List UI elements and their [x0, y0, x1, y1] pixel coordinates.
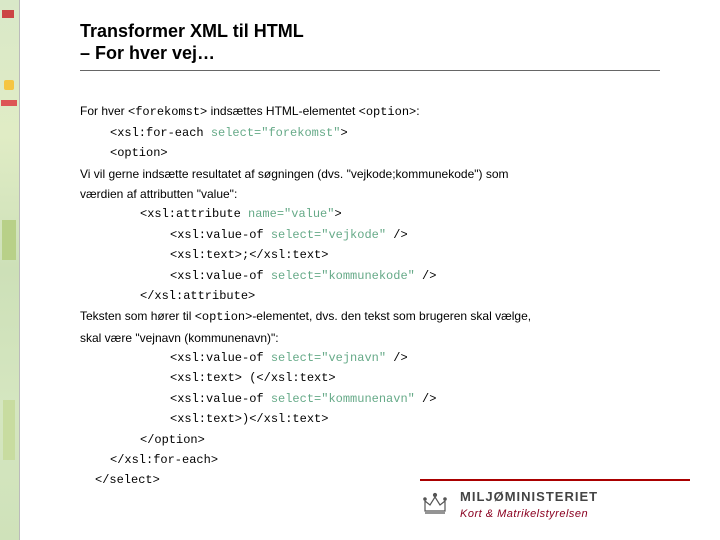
- code-text: />: [386, 351, 408, 365]
- code-line: </option>: [140, 430, 660, 450]
- code-text: >: [334, 207, 341, 221]
- footer-suborg: Kort & Matrikelstyrelsen: [460, 508, 598, 520]
- code-line: <xsl:value-of select="kommunenavn" />: [170, 389, 660, 409]
- footer: MILJØMINISTERIET Kort & Matrikelstyrelse…: [420, 479, 690, 520]
- footer-logo-block: MILJØMINISTERIET Kort & Matrikelstyrelse…: [420, 489, 690, 520]
- code-text: />: [415, 269, 437, 283]
- code-line: </xsl:attribute>: [140, 286, 660, 306]
- footer-org: MILJØMINISTERIET: [460, 489, 598, 506]
- paragraph: skal være "vejnavn (kommunenavn)":: [80, 328, 660, 348]
- code-line: </xsl:for-each>: [110, 450, 660, 470]
- code-line: <xsl:text>)</xsl:text>: [170, 409, 660, 429]
- slide-subtitle: – For hver vej…: [80, 43, 660, 64]
- code-attr: select="vejkode": [271, 228, 386, 242]
- code-line: <xsl:value-of select="vejkode" />: [170, 225, 660, 245]
- map-decoration: [2, 220, 16, 260]
- code-attr: select="vejnavn": [271, 351, 386, 365]
- code-text: <xsl:value-of: [170, 228, 271, 242]
- paragraph: For hver <forekomst> indsættes HTML-elem…: [80, 101, 660, 122]
- code-text: />: [386, 228, 408, 242]
- code-text: />: [415, 392, 437, 406]
- code-text: <xsl:for-each: [110, 126, 211, 140]
- paragraph: Teksten som hører til <option>-elementet…: [80, 306, 660, 327]
- code-line: <xsl:attribute name="value">: [140, 204, 660, 224]
- text: -elementet, dvs. den tekst som brugeren …: [252, 309, 531, 323]
- code-line: <xsl:text> (</xsl:text>: [170, 368, 660, 388]
- code-text: <xsl:value-of: [170, 351, 271, 365]
- code-text: <xsl:attribute: [140, 207, 248, 221]
- footer-text-block: MILJØMINISTERIET Kort & Matrikelstyrelse…: [460, 489, 598, 520]
- text: Teksten som hører til: [80, 309, 195, 323]
- text: :: [416, 104, 419, 118]
- title-divider: [80, 70, 660, 71]
- code-line: <xsl:value-of select="vejnavn" />: [170, 348, 660, 368]
- map-decoration: [3, 400, 15, 460]
- code-attr: name="value": [248, 207, 334, 221]
- code-line: <xsl:for-each select="forekomst">: [110, 123, 660, 143]
- code-attr: select="kommunenavn": [271, 392, 415, 406]
- code-inline: <option>: [195, 310, 253, 324]
- footer-divider: [420, 479, 690, 481]
- code-line: <xsl:text>;</xsl:text>: [170, 245, 660, 265]
- slide-body: For hver <forekomst> indsættes HTML-elem…: [80, 101, 660, 490]
- code-line: <option>: [110, 143, 660, 163]
- slide-title: Transformer XML til HTML: [80, 20, 660, 43]
- code-text: <xsl:value-of: [170, 392, 271, 406]
- code-attr: select="kommunekode": [271, 269, 415, 283]
- text: indsættes HTML-elementet: [207, 104, 358, 118]
- paragraph: værdien af attributten "value":: [80, 184, 660, 204]
- map-sidebar: [0, 0, 20, 540]
- code-line: <xsl:value-of select="kommunekode" />: [170, 266, 660, 286]
- slide-content: Transformer XML til HTML – For hver vej……: [80, 20, 660, 491]
- code-text: >: [340, 126, 347, 140]
- code-attr: select="forekomst": [211, 126, 341, 140]
- crown-icon: [420, 489, 450, 519]
- code-text: <xsl:value-of: [170, 269, 271, 283]
- map-decoration: [4, 80, 14, 90]
- code-inline: <forekomst>: [128, 105, 207, 119]
- paragraph: Vi vil gerne indsætte resultatet af søgn…: [80, 164, 660, 184]
- text: For hver: [80, 104, 128, 118]
- code-inline: <option>: [359, 105, 417, 119]
